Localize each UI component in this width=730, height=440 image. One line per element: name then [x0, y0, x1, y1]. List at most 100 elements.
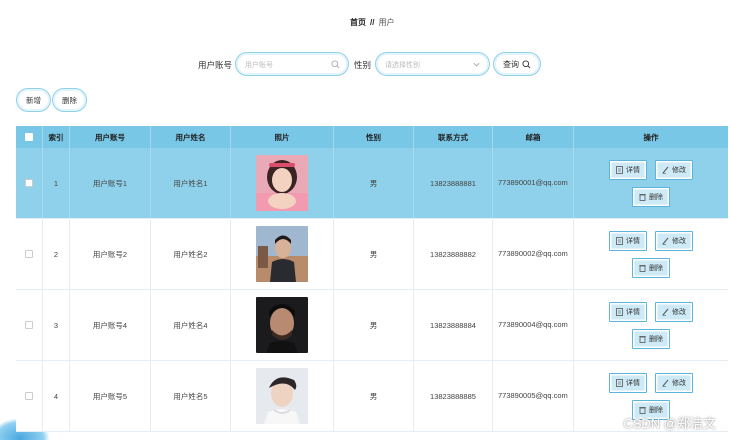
edit-button[interactable]: 修改: [655, 159, 693, 180]
batch-delete-label: 删除: [62, 95, 77, 105]
trash-icon: [639, 264, 646, 272]
delete-label: 删除: [649, 264, 663, 272]
table-row[interactable]: 4 用户账号5 用户姓名5 男 13823888885 773890005@qq…: [16, 361, 728, 432]
search-bar: 用户账号 用户账号 性别 请选择性别 查询: [0, 52, 730, 76]
detail-label: 详情: [626, 237, 640, 245]
edit-label: 修改: [672, 166, 686, 174]
row-checkbox[interactable]: [25, 179, 33, 187]
female-portrait-icon[interactable]: [256, 155, 308, 211]
header-name: 用户姓名: [151, 126, 231, 148]
row-email-cell: 773890005@qq.com: [493, 361, 574, 431]
edit-button[interactable]: 修改: [655, 230, 693, 251]
delete-button[interactable]: 删除: [632, 186, 670, 207]
row-checkbox[interactable]: [25, 392, 33, 400]
query-label: 查询: [503, 59, 519, 69]
detail-label: 详情: [626, 166, 640, 174]
gender-label: 性别: [354, 60, 372, 70]
row-email: 773890002@qq.com: [498, 249, 568, 258]
edit-label: 修改: [672, 237, 686, 245]
detail-button[interactable]: 详情: [609, 159, 647, 180]
watermark: CSDN @郑洁文: [623, 416, 716, 431]
delete-label: 删除: [649, 335, 663, 343]
batch-delete-button[interactable]: 删除: [52, 88, 87, 112]
row-index: 1: [43, 148, 70, 218]
detail-button[interactable]: 详情: [609, 301, 647, 322]
detail-button[interactable]: 详情: [609, 372, 647, 393]
row-index: 4: [43, 361, 70, 431]
row-account: 用户账号2: [70, 219, 151, 289]
header-gender: 性别: [334, 126, 414, 148]
detail-label: 详情: [626, 379, 640, 387]
header-phone: 联系方式: [414, 126, 493, 148]
row-email: 773890004@qq.com: [498, 320, 568, 329]
account-search-input[interactable]: 用户账号: [235, 52, 349, 76]
row-phone: 13823888882: [414, 219, 493, 289]
gender-select[interactable]: 请选择性别: [375, 52, 490, 76]
row-email-cell: 773890001@qq.com: [493, 148, 574, 218]
row-index: 2: [43, 219, 70, 289]
male-dark-portrait-icon[interactable]: [256, 297, 308, 353]
row-photo-cell: [231, 361, 334, 431]
row-photo-cell: [231, 148, 334, 218]
user-table: 索引 用户账号 用户姓名 照片 性别 联系方式 邮箱 操作 1 用户账号1 用户…: [16, 126, 728, 432]
delete-button[interactable]: 删除: [632, 328, 670, 349]
pencil-icon: [662, 166, 669, 174]
add-button[interactable]: 新增: [16, 88, 51, 112]
row-checkbox-cell: [16, 148, 43, 218]
header-actions: 操作: [643, 132, 659, 142]
table-row[interactable]: 3 用户账号4 用户姓名4 男 13823888884 773890004@qq…: [16, 290, 728, 361]
row-phone: 13823888884: [414, 290, 493, 360]
header-photo: 照片: [231, 126, 334, 148]
row-phone: 13823888885: [414, 361, 493, 431]
edit-button[interactable]: 修改: [655, 372, 693, 393]
chevron-down-icon: [473, 62, 480, 67]
row-photo-cell: [231, 219, 334, 289]
row-checkbox-cell: [16, 290, 43, 360]
account-placeholder: 用户账号: [245, 62, 273, 69]
row-name: 用户姓名1: [151, 148, 231, 218]
detail-label: 详情: [626, 308, 640, 316]
delete-button[interactable]: 删除: [632, 257, 670, 278]
edit-label: 修改: [672, 379, 686, 387]
breadcrumb-current: 用户: [378, 18, 395, 27]
row-name: 用户姓名4: [151, 290, 231, 360]
row-email-cell: 773890004@qq.com: [493, 290, 574, 360]
breadcrumb-home[interactable]: 首页: [350, 18, 366, 27]
male-white-portrait-icon[interactable]: [256, 368, 308, 424]
delete-label: 删除: [649, 193, 663, 201]
pencil-icon: [662, 237, 669, 245]
select-all-checkbox[interactable]: [25, 133, 33, 141]
row-name: 用户姓名5: [151, 361, 231, 431]
row-email-cell: 773890002@qq.com: [493, 219, 574, 289]
row-checkbox[interactable]: [25, 321, 33, 329]
row-account: 用户账号4: [70, 290, 151, 360]
document-icon: [616, 378, 623, 387]
row-gender: 男: [334, 290, 414, 360]
header-index: 索引: [43, 126, 70, 148]
edit-button[interactable]: 修改: [655, 301, 693, 322]
row-gender: 男: [334, 219, 414, 289]
trash-icon: [639, 335, 646, 343]
document-icon: [616, 165, 623, 174]
row-checkbox[interactable]: [25, 250, 33, 258]
gender-placeholder: 请选择性别: [385, 62, 420, 69]
male-street-portrait-icon[interactable]: [256, 226, 308, 282]
query-button[interactable]: 查询: [493, 52, 541, 76]
detail-button[interactable]: 详情: [609, 230, 647, 251]
table-header: 索引 用户账号 用户姓名 照片 性别 联系方式 邮箱 操作: [16, 126, 728, 148]
search-icon: [331, 60, 340, 69]
row-actions: 详情 修改 删除: [574, 148, 728, 218]
row-account: 用户账号1: [70, 148, 151, 218]
row-email: 773890005@qq.com: [498, 391, 568, 400]
breadcrumb-separator: //: [370, 18, 375, 27]
trash-icon: [639, 193, 646, 201]
pencil-icon: [662, 379, 669, 387]
table-row[interactable]: 2 用户账号2 用户姓名2 男 13823888882 773890002@qq…: [16, 219, 728, 290]
row-checkbox-cell: [16, 361, 43, 431]
table-row[interactable]: 1 用户账号1 用户姓名1 男 13823888881 773890001@qq…: [16, 148, 728, 219]
row-checkbox-cell: [16, 219, 43, 289]
edit-label: 修改: [672, 308, 686, 316]
row-gender: 男: [334, 148, 414, 218]
row-index: 3: [43, 290, 70, 360]
account-label: 用户账号: [198, 60, 233, 70]
